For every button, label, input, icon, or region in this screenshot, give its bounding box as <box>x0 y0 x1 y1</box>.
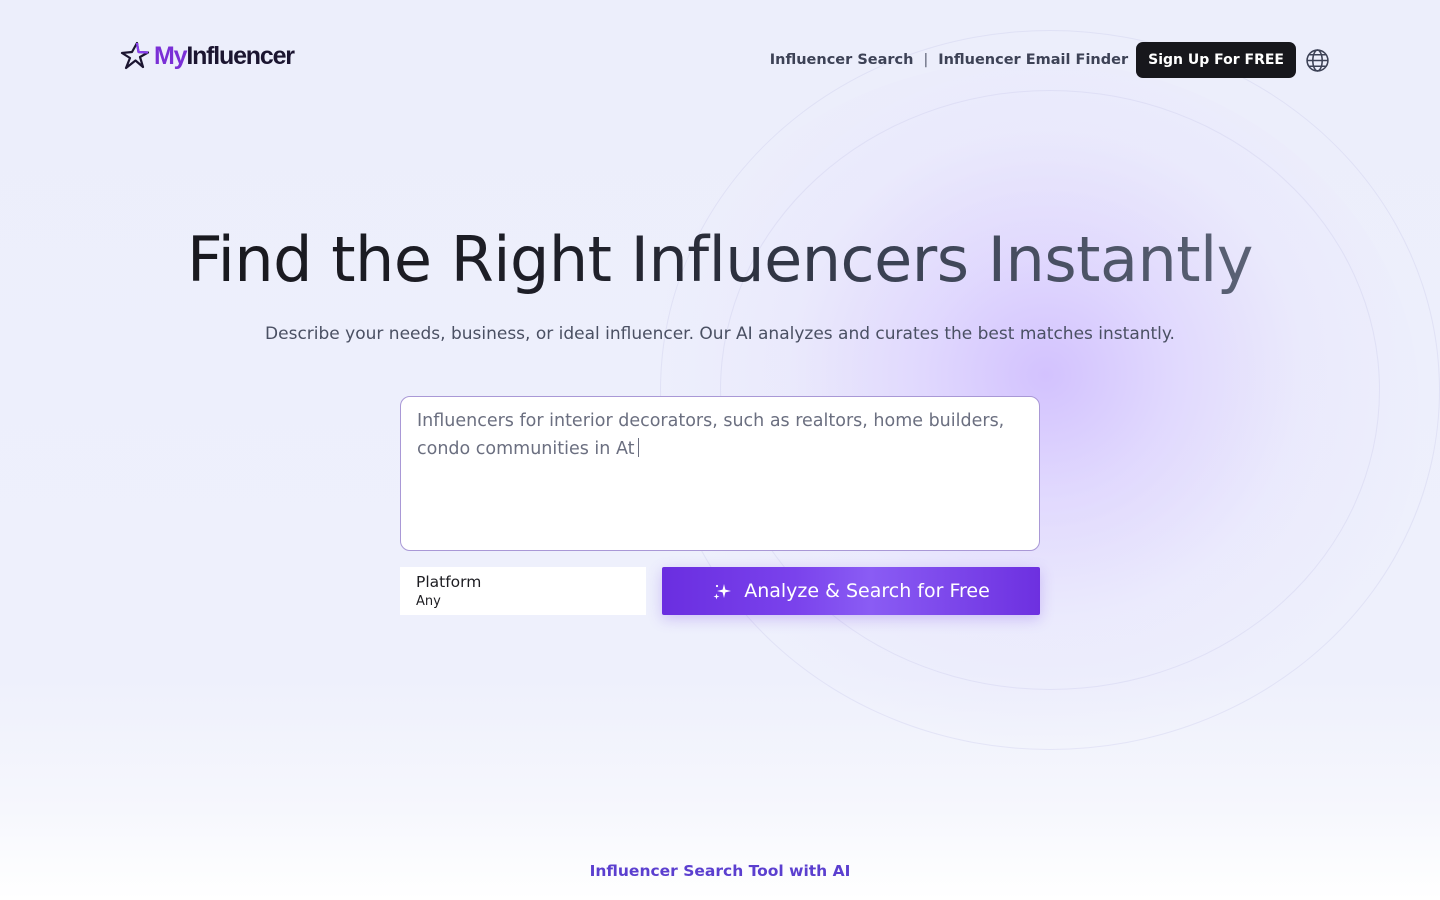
background-ring <box>660 30 1440 750</box>
brand-wordmark-prefix: My <box>154 41 188 70</box>
brand-wordmark: MyInfluencer <box>154 41 295 71</box>
search-textarea-value: Influencers for interior decorators, suc… <box>417 411 1005 459</box>
analyze-search-button[interactable]: Analyze & Search for Free <box>662 567 1040 615</box>
text-caret <box>638 438 640 457</box>
platform-select[interactable]: Platform Any <box>400 567 646 615</box>
sparkle-icon <box>713 584 732 600</box>
platform-label: Platform <box>416 573 482 591</box>
hero-subtitle: Describe your needs, business, or ideal … <box>265 324 1175 344</box>
search-textarea[interactable]: Influencers for interior decorators, suc… <box>400 396 1040 551</box>
globe-icon <box>1305 48 1329 72</box>
platform-value: Any <box>416 594 441 609</box>
brand-wordmark-suffix: Influencer <box>186 41 295 70</box>
language-selector[interactable] <box>1304 47 1330 73</box>
nav-influencer-search[interactable]: Influencer Search <box>770 52 914 68</box>
star-logo-icon <box>120 41 150 70</box>
signup-button[interactable]: Sign Up For FREE <box>1136 42 1296 78</box>
top-header: MyInfluencer Influencer Search | Influen… <box>120 40 1330 80</box>
hero-title: Find the Right Influencers Instantly <box>0 222 1440 298</box>
nav-separator: | <box>923 52 929 68</box>
brand-logo[interactable]: MyInfluencer <box>120 40 295 72</box>
main-nav: Influencer Search | Influencer Email Fin… <box>770 42 1330 78</box>
analyze-search-label: Analyze & Search for Free <box>744 580 990 602</box>
nav-influencer-email-finder[interactable]: Influencer Email Finder <box>938 52 1128 68</box>
footer-tool-link[interactable]: Influencer Search Tool with AI <box>0 862 1440 880</box>
